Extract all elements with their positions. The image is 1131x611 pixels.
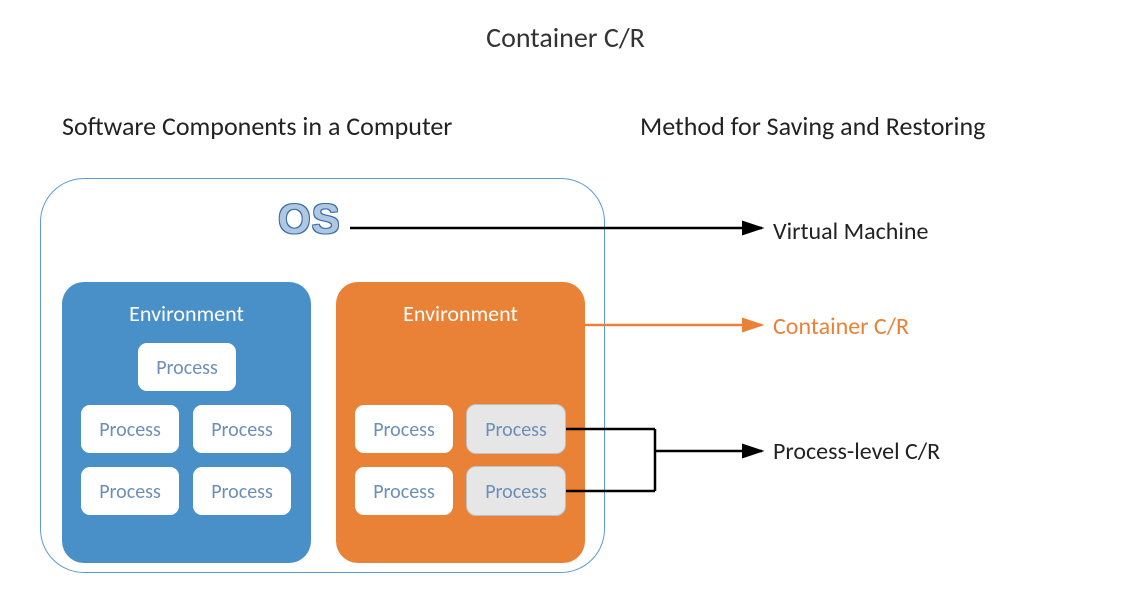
subtitle-right: Method for Saving and Restoring bbox=[640, 110, 985, 142]
process-box: Process bbox=[80, 404, 180, 454]
process-box: Process bbox=[137, 342, 237, 392]
diagram-title: Container C/R bbox=[0, 20, 1131, 55]
env-blue-title: Environment bbox=[62, 282, 311, 327]
subtitle-left: Software Components in a Computer bbox=[62, 110, 452, 142]
process-box: Process bbox=[354, 466, 454, 516]
process-box: Process bbox=[80, 466, 180, 516]
process-box: Process bbox=[192, 466, 292, 516]
process-box: Process bbox=[192, 404, 292, 454]
method-label-vm: Virtual Machine bbox=[773, 217, 928, 246]
process-box-highlighted: Process bbox=[466, 404, 566, 454]
os-label: OS bbox=[278, 195, 341, 243]
method-label-container: Container C/R bbox=[773, 312, 909, 341]
env-orange-title: Environment bbox=[336, 282, 585, 327]
method-label-process: Process-level C/R bbox=[773, 437, 940, 466]
process-box: Process bbox=[354, 404, 454, 454]
process-box-highlighted: Process bbox=[466, 466, 566, 516]
